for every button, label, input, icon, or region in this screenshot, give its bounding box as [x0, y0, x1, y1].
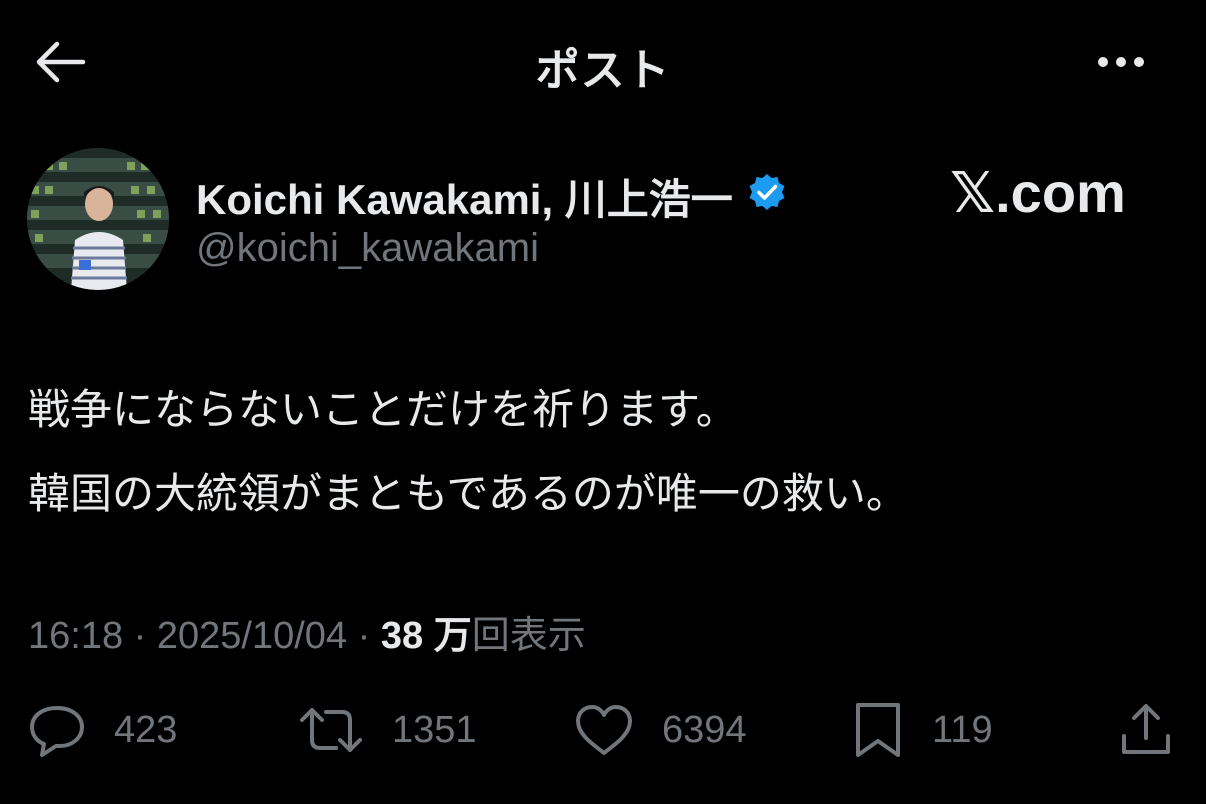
tweet-time[interactable]: 16:18: [28, 615, 123, 657]
reply-count: 423: [114, 708, 178, 751]
view-label: 回表示: [471, 615, 586, 657]
retweet-icon: [298, 702, 364, 758]
bookmark-icon: [852, 701, 904, 759]
like-button[interactable]: 6394: [574, 700, 747, 760]
tweet-date[interactable]: 2025/10/04: [157, 615, 347, 657]
view-count[interactable]: 38 万: [381, 615, 472, 657]
meta-separator: ·: [133, 615, 147, 657]
tweet-meta: 16:18 · 2025/10/04 · 38 万回表示: [28, 604, 586, 659]
like-count: 6394: [662, 708, 747, 751]
retweet-count: 1351: [392, 708, 477, 751]
retweet-button[interactable]: 1351: [298, 700, 477, 760]
tweet-text-line-1: 戦争にならないことだけを祈ります。: [28, 386, 738, 433]
author-name[interactable]: Koichi Kawakami, 川上浩一: [196, 166, 787, 227]
avatar[interactable]: [27, 148, 169, 290]
share-button[interactable]: [1118, 700, 1174, 760]
x-watermark: 𝕏.com: [950, 161, 1126, 224]
author-handle[interactable]: @koichi_kawakami: [196, 226, 539, 271]
tweet-text-line-2: 韓国の大統領がまともであるのが唯一の救い。: [28, 470, 908, 517]
author-name-text: Koichi Kawakami, 川上浩一: [196, 176, 733, 223]
reply-button[interactable]: 423: [28, 700, 177, 760]
share-icon: [1118, 702, 1174, 758]
more-horizontal-icon: [1098, 57, 1144, 67]
meta-separator: ·: [357, 615, 371, 657]
verified-badge-icon: [747, 172, 787, 222]
page-title: ポスト: [535, 46, 671, 95]
bookmark-button[interactable]: 119: [852, 700, 993, 760]
more-options-button[interactable]: [1088, 40, 1154, 84]
bookmark-count: 119: [932, 708, 993, 751]
reply-icon: [28, 702, 86, 758]
heart-icon: [574, 703, 634, 757]
